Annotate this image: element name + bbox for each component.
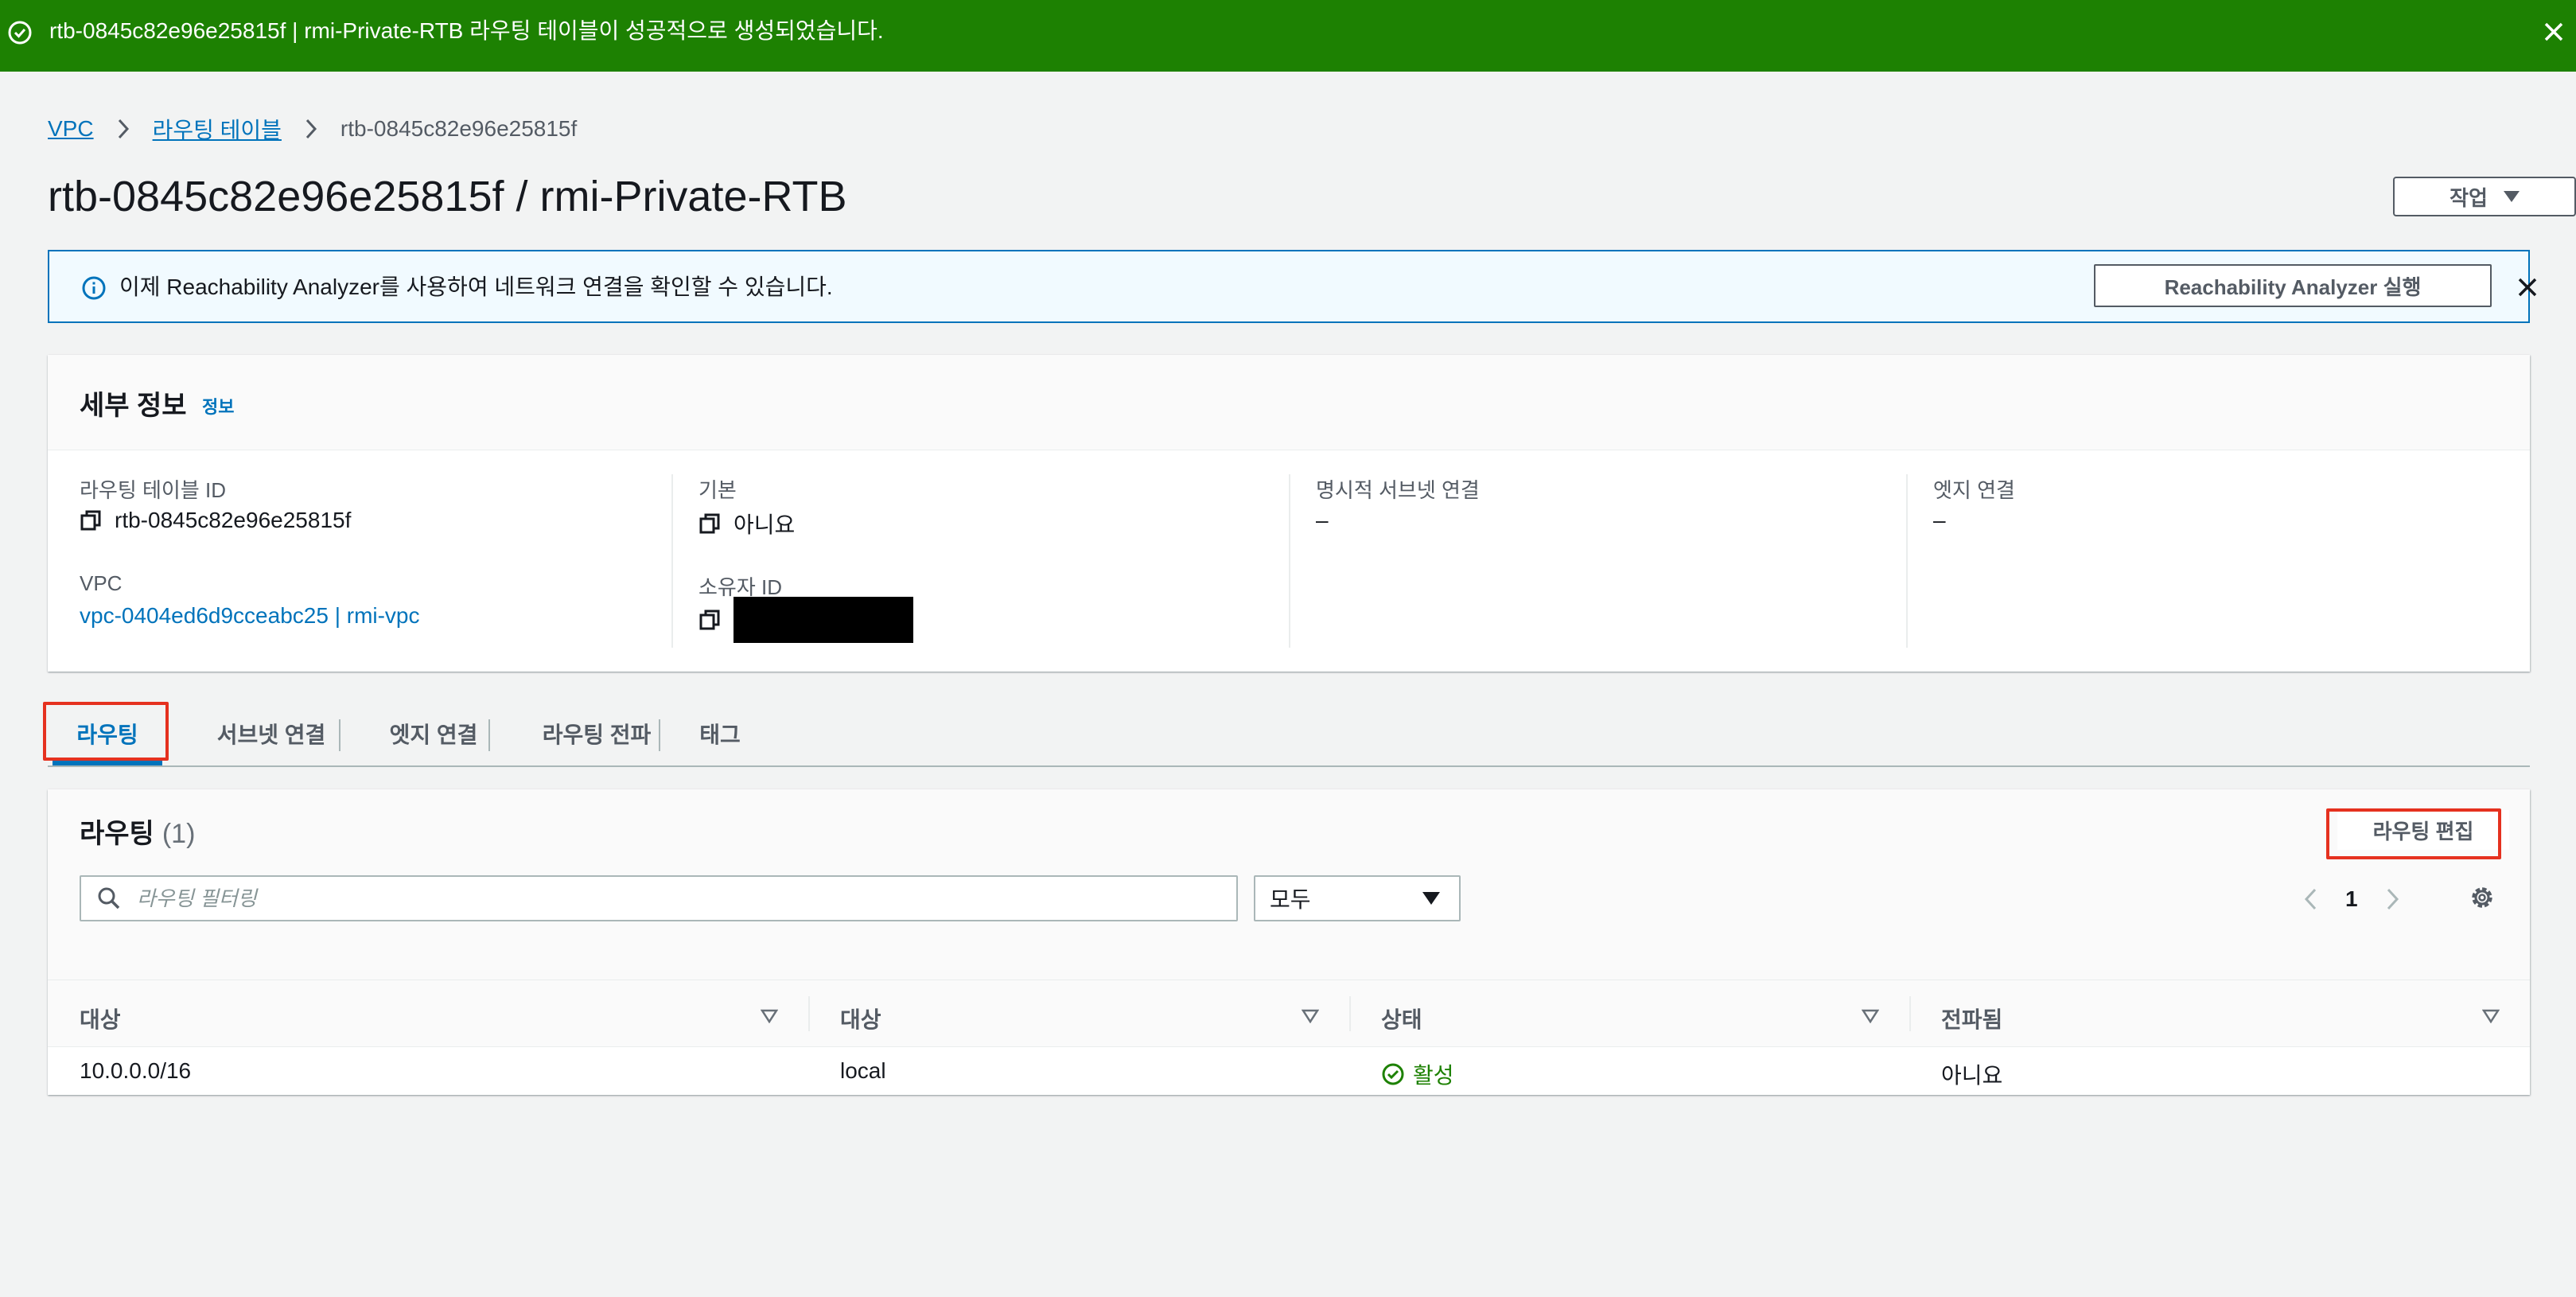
sort-caret-icon[interactable] bbox=[761, 1009, 778, 1023]
search-icon bbox=[98, 887, 120, 909]
caret-down-icon bbox=[2503, 191, 2520, 202]
success-flash-banner: rtb-0845c82e96e25815f | rmi-Private-RTB … bbox=[0, 0, 2576, 72]
info-link[interactable]: 정보 bbox=[202, 393, 234, 419]
tab-divider bbox=[659, 719, 660, 751]
route-filter-input[interactable] bbox=[137, 886, 1171, 911]
edge-association-label: 엣지 연결 bbox=[1933, 478, 2015, 502]
cell-propagated: 아니요 bbox=[1941, 1063, 2003, 1088]
column-header-status[interactable]: 상태 bbox=[1381, 1003, 1422, 1034]
column-divider bbox=[1349, 996, 1351, 1031]
breadcrumb: VPC 라우팅 테이블 rtb-0845c82e96e25815f bbox=[48, 113, 577, 145]
route-filter-field[interactable] bbox=[80, 875, 1238, 921]
breadcrumb-current: rtb-0845c82e96e25815f bbox=[340, 116, 578, 141]
main-value: 아니요 bbox=[698, 508, 795, 539]
close-icon[interactable] bbox=[2539, 18, 2568, 46]
cell-status: 활성 bbox=[1381, 1058, 1454, 1090]
flash-message: rtb-0845c82e96e25815f | rmi-Private-RTB … bbox=[49, 18, 884, 43]
sort-caret-icon[interactable] bbox=[1862, 1009, 1879, 1023]
tab-divider bbox=[339, 719, 340, 751]
actions-label: 작업 bbox=[2450, 185, 2488, 210]
vpc-label: VPC bbox=[80, 571, 123, 595]
page-number[interactable]: 1 bbox=[2345, 886, 2358, 912]
run-reachability-analyzer-button[interactable]: Reachability Analyzer 실행 bbox=[2094, 264, 2492, 307]
tab-subnet-associations[interactable]: 서브넷 연결 bbox=[188, 710, 355, 758]
tab-bar: 라우팅 서브넷 연결 엣지 연결 라우팅 전파 태그 bbox=[48, 703, 2530, 767]
edge-association-value: – bbox=[1933, 508, 1946, 532]
route-table-id-text: rtb-0845c82e96e25815f bbox=[115, 508, 352, 532]
edit-routes-button[interactable]: 라우팅 편집 bbox=[2337, 810, 2509, 850]
status-text: 활성 bbox=[1413, 1063, 1454, 1088]
details-header: 세부 정보 정보 bbox=[48, 355, 2530, 450]
redacted-owner-id bbox=[733, 597, 913, 643]
main-value-text: 아니요 bbox=[733, 512, 796, 537]
chevron-left-icon[interactable] bbox=[2299, 885, 2323, 913]
tab-tags[interactable]: 태그 bbox=[676, 710, 764, 758]
details-column-4: 엣지 연결 – bbox=[1906, 474, 2530, 648]
dismiss-icon[interactable] bbox=[2514, 274, 2541, 301]
details-column-3: 명시적 서브넷 연결 – bbox=[1289, 474, 1906, 648]
routes-title-text: 라우팅 bbox=[80, 819, 154, 849]
route-filter-select[interactable]: 모두 bbox=[1254, 875, 1461, 921]
actions-dropdown-button[interactable]: 작업 bbox=[2393, 177, 2576, 216]
tab-edge-associations[interactable]: 엣지 연결 bbox=[358, 710, 509, 758]
details-column-2: 기본 아니요 소유자 ID bbox=[671, 474, 1289, 648]
route-table-id-label: 라우팅 테이블 ID bbox=[80, 478, 226, 502]
column-divider bbox=[808, 996, 810, 1031]
pagination: 1 bbox=[2299, 877, 2404, 921]
routes-table-header: 대상 대상 상태 전파됨 bbox=[48, 980, 2530, 1047]
column-header-destination[interactable]: 대상 bbox=[80, 1003, 121, 1034]
owner-id-value bbox=[698, 597, 913, 643]
check-circle-icon bbox=[8, 21, 32, 45]
details-title: 세부 정보 bbox=[80, 391, 187, 421]
tab-routes[interactable]: 라우팅 bbox=[48, 710, 167, 765]
column-header-propagated[interactable]: 전파됨 bbox=[1941, 1003, 2002, 1034]
vpc-value: vpc-0404ed6d9cceabc25 | rmi-vpc bbox=[80, 603, 420, 629]
tab-route-propagation[interactable]: 라우팅 전파 bbox=[509, 710, 684, 758]
reachability-info-alert: 이제 Reachability Analyzer를 사용하여 네트워크 연결을 … bbox=[48, 250, 2537, 323]
chevron-right-icon bbox=[305, 119, 317, 139]
column-header-target[interactable]: 대상 bbox=[840, 1003, 881, 1034]
copy-icon[interactable] bbox=[698, 609, 721, 631]
routes-title: 라우팅 (1) bbox=[80, 812, 195, 851]
cell-target: local bbox=[840, 1058, 886, 1083]
select-value: 모두 bbox=[1270, 887, 1311, 912]
details-column-1: 라우팅 테이블 ID rtb-0845c82e96e25815f VPC vpc… bbox=[80, 474, 668, 648]
caret-down-icon bbox=[1422, 892, 1440, 905]
breadcrumb-vpc-link[interactable]: VPC bbox=[48, 116, 94, 142]
chevron-right-icon[interactable] bbox=[2380, 885, 2404, 913]
status-active-icon bbox=[1382, 1063, 1404, 1085]
breadcrumb-route-tables-link[interactable]: 라우팅 테이블 bbox=[153, 113, 282, 145]
alert-text: 이제 Reachability Analyzer를 사용하여 네트워크 연결을 … bbox=[119, 275, 833, 299]
cell-destination: 10.0.0.0/16 bbox=[80, 1058, 192, 1083]
details-panel: 세부 정보 정보 라우팅 테이블 ID rtb-0845c82e96e25815… bbox=[48, 355, 2530, 672]
page-title: rtb-0845c82e96e25815f / rmi-Private-RTB bbox=[48, 173, 847, 220]
tab-divider bbox=[488, 719, 490, 751]
info-icon bbox=[82, 276, 106, 300]
route-table-id-value: rtb-0845c82e96e25815f bbox=[80, 508, 351, 533]
sort-caret-icon[interactable] bbox=[1302, 1009, 1319, 1023]
chevron-right-icon bbox=[118, 119, 129, 139]
routes-container: 라우팅(1) 라우팅 편집 모두 1 대상 대상 bbox=[48, 789, 2530, 1095]
explicit-subnet-value: – bbox=[1316, 508, 1329, 532]
vpc-link[interactable]: vpc-0404ed6d9cceabc25 | rmi-vpc bbox=[80, 603, 420, 629]
explicit-subnet-label: 명시적 서브넷 연결 bbox=[1316, 478, 1480, 502]
copy-icon[interactable] bbox=[80, 509, 102, 532]
routes-count: (1) bbox=[161, 819, 196, 849]
sort-caret-icon[interactable] bbox=[2482, 1009, 2500, 1023]
main-label: 기본 bbox=[698, 478, 737, 502]
gear-icon[interactable] bbox=[2466, 882, 2498, 913]
copy-icon[interactable] bbox=[698, 512, 721, 535]
column-divider bbox=[1909, 996, 1911, 1031]
routes-header: 라우팅(1) 라우팅 편집 모두 1 bbox=[48, 789, 2530, 980]
table-row[interactable]: 10.0.0.0/16 local 활성 아니요 bbox=[48, 1047, 2530, 1095]
